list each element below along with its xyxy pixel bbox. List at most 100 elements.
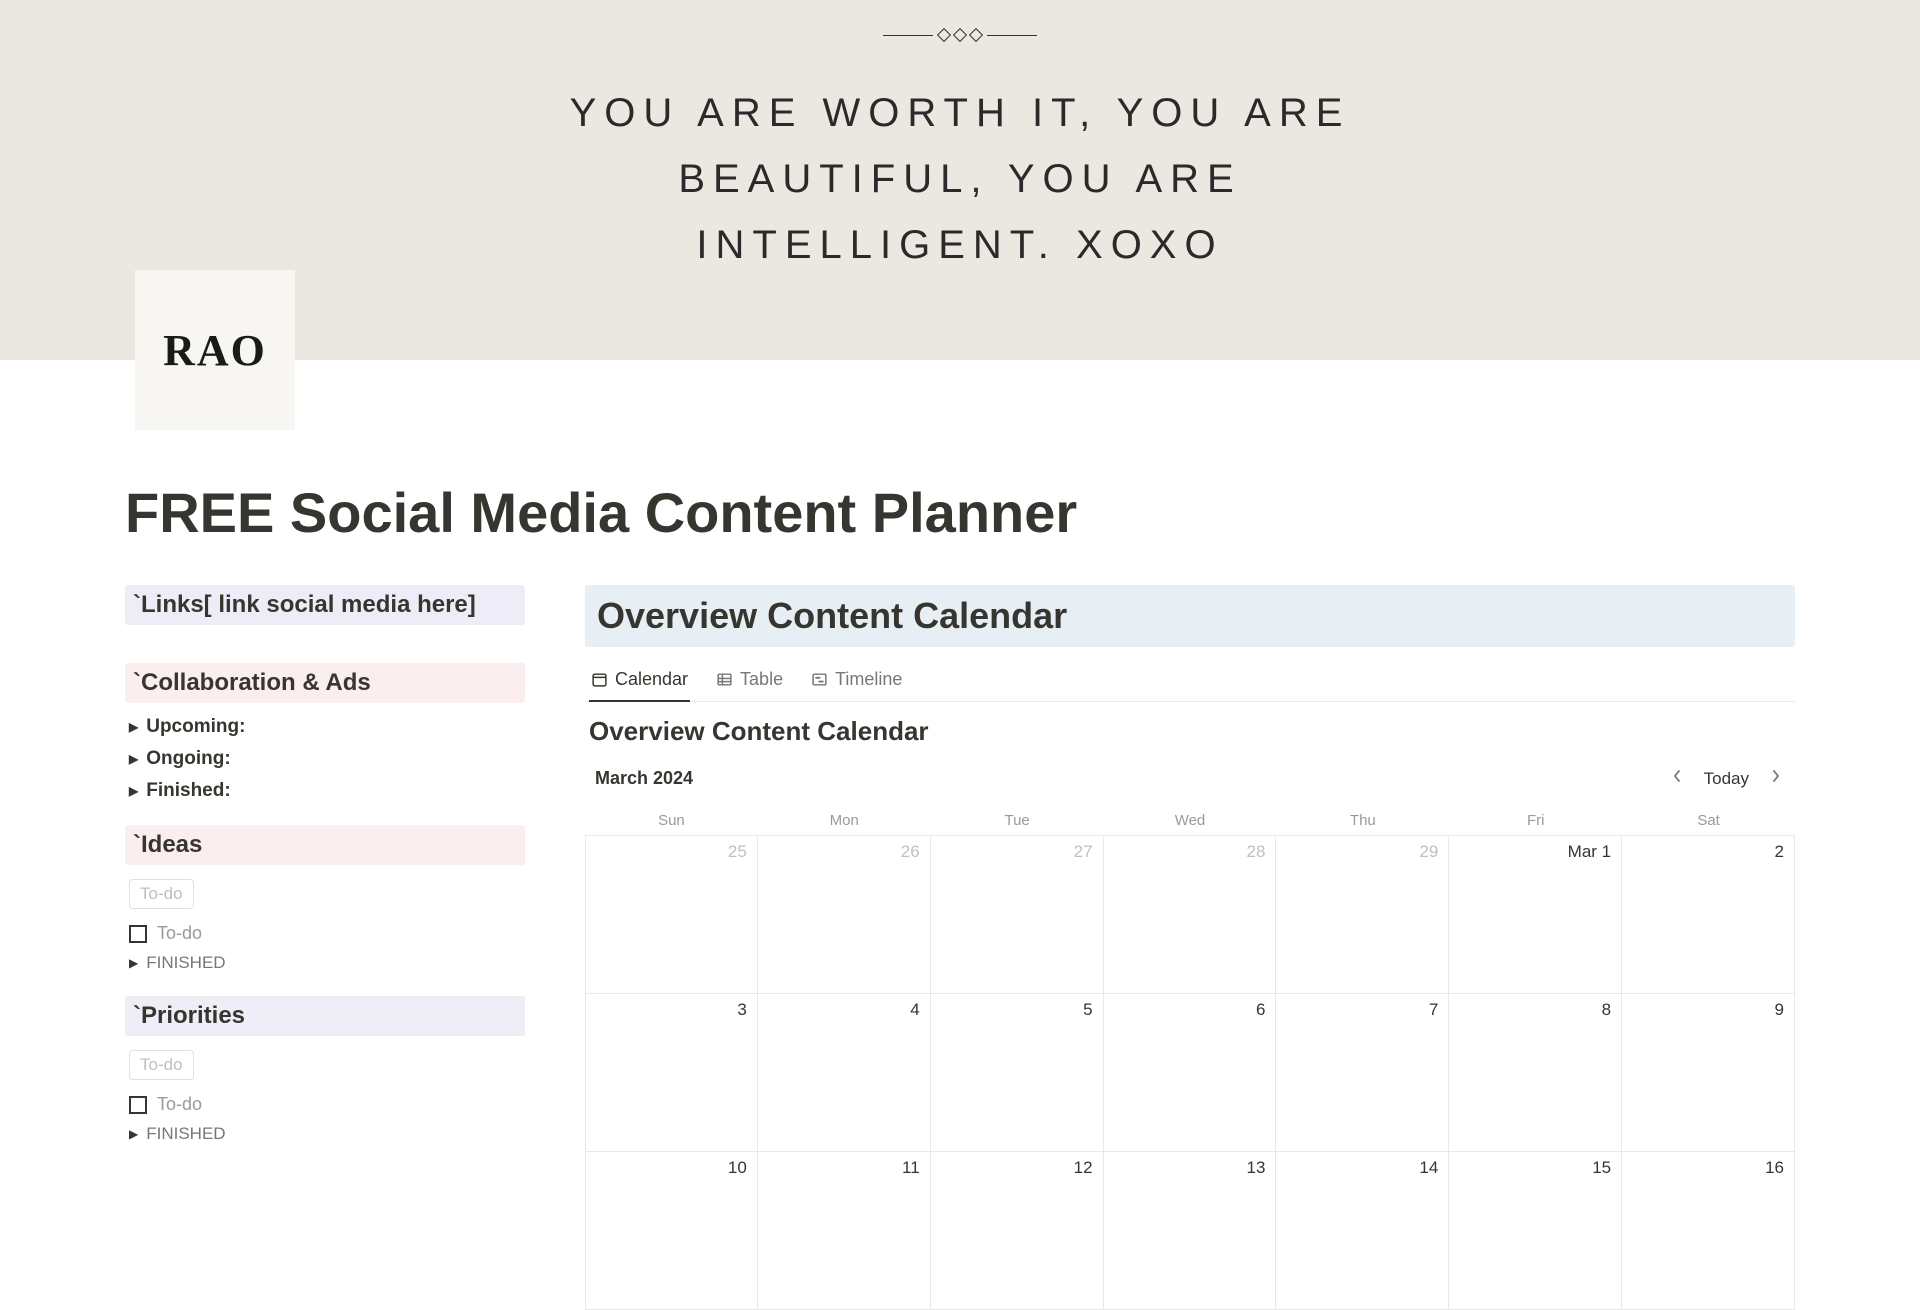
dayname: Wed <box>1104 804 1277 835</box>
toggle-label: Finished: <box>146 780 230 802</box>
tab-label: Timeline <box>835 669 902 690</box>
page-title[interactable]: FREE Social Media Content Planner <box>125 480 1795 545</box>
calendar-date: 9 <box>1775 1000 1784 1020</box>
calendar-cell[interactable]: 5 <box>931 994 1104 1152</box>
calendar-cell[interactable]: 2 <box>1622 836 1795 994</box>
sidebar-column: `Links[ link social media here] `Collabo… <box>125 585 525 1310</box>
database-title[interactable]: Overview Content Calendar <box>589 716 1795 747</box>
table-icon <box>716 671 733 688</box>
checkbox-icon[interactable] <box>129 925 147 943</box>
calendar-date: 29 <box>1419 842 1438 862</box>
calendar-cell[interactable]: Mar 1 <box>1449 836 1622 994</box>
toggle-finished-ideas[interactable]: ▶ FINISHED <box>125 948 525 978</box>
calendar-date: 12 <box>1074 1158 1093 1178</box>
calendar-date: Mar 1 <box>1568 842 1611 862</box>
main-column: Overview Content Calendar Calendar Table… <box>585 585 1795 1310</box>
calendar-date: 8 <box>1602 1000 1611 1020</box>
dayname: Sun <box>585 804 758 835</box>
todo-placeholder[interactable]: To-do <box>129 1050 194 1080</box>
calendar-cell[interactable]: 11 <box>758 1152 931 1310</box>
chevron-right-icon: ▶ <box>129 956 138 970</box>
calendar-date: 14 <box>1419 1158 1438 1178</box>
ideas-heading[interactable]: `Ideas <box>125 825 525 865</box>
calendar-date: 3 <box>737 1000 746 1020</box>
cover-quote: YOU ARE WORTH IT, YOU ARE BEAUTIFUL, YOU… <box>510 80 1410 278</box>
next-month-button[interactable] <box>1763 765 1789 792</box>
toggle-ongoing[interactable]: ▶ Ongoing: <box>125 743 525 775</box>
calendar-cell[interactable]: 27 <box>931 836 1104 994</box>
todo-item[interactable]: To-do <box>125 1090 525 1119</box>
toggle-upcoming[interactable]: ▶ Upcoming: <box>125 711 525 743</box>
chevron-left-icon <box>1672 769 1682 783</box>
toggle-label: Ongoing: <box>146 748 230 770</box>
calendar-cell[interactable]: 10 <box>585 1152 758 1310</box>
calendar-cell[interactable]: 14 <box>1276 1152 1449 1310</box>
view-tabs: Calendar Table Timeline <box>585 661 1795 702</box>
dayname: Mon <box>758 804 931 835</box>
toggle-finished-priorities[interactable]: ▶ FINISHED <box>125 1119 525 1149</box>
calendar-date: 2 <box>1775 842 1784 862</box>
todo-label: To-do <box>157 1094 202 1115</box>
tab-label: Table <box>740 669 783 690</box>
calendar-date: 25 <box>728 842 747 862</box>
calendar-date: 11 <box>902 1158 920 1178</box>
collab-heading[interactable]: `Collaboration & Ads <box>125 663 525 703</box>
calendar-cell[interactable]: 8 <box>1449 994 1622 1152</box>
tab-timeline[interactable]: Timeline <box>809 661 904 702</box>
prev-month-button[interactable] <box>1664 765 1690 792</box>
calendar-date: 6 <box>1256 1000 1265 1020</box>
calendar-daynames: Sun Mon Tue Wed Thu Fri Sat <box>585 804 1795 835</box>
calendar-cell[interactable]: 6 <box>1104 994 1277 1152</box>
calendar-date: 5 <box>1083 1000 1092 1020</box>
tab-table[interactable]: Table <box>714 661 785 702</box>
calendar-grid: 25 26 27 28 29 Mar 1 2 3 4 5 67 8 9 10 11 12 13 14 15 16 <box>585 836 1795 1310</box>
chevron-right-icon: ▶ <box>129 752 138 766</box>
calendar-date: 16 <box>1765 1158 1784 1178</box>
calendar-cell[interactable]: 7 <box>1276 994 1449 1152</box>
calendar-cell[interactable]: 29 <box>1276 836 1449 994</box>
calendar-cell[interactable]: 16 <box>1622 1152 1795 1310</box>
calendar-date: 26 <box>901 842 920 862</box>
dayname: Sat <box>1622 804 1795 835</box>
calendar-cell[interactable]: 25 <box>585 836 758 994</box>
chevron-right-icon: ▶ <box>129 720 138 734</box>
calendar-nav: Today <box>1664 765 1789 792</box>
overview-heading[interactable]: Overview Content Calendar <box>585 585 1795 647</box>
calendar-cell[interactable]: 28 <box>1104 836 1277 994</box>
calendar-date: 4 <box>910 1000 919 1020</box>
calendar-cell[interactable]: 3 <box>585 994 758 1152</box>
calendar-date: 13 <box>1247 1158 1266 1178</box>
calendar-month-label[interactable]: March 2024 <box>595 768 693 789</box>
dayname: Fri <box>1449 804 1622 835</box>
toggle-label: FINISHED <box>146 953 225 973</box>
todo-label: To-do <box>157 923 202 944</box>
cover-banner: YOU ARE WORTH IT, YOU ARE BEAUTIFUL, YOU… <box>0 0 1920 360</box>
tab-calendar[interactable]: Calendar <box>589 661 690 702</box>
tab-label: Calendar <box>615 669 688 690</box>
calendar-cell[interactable]: 9 <box>1622 994 1795 1152</box>
calendar-date: 28 <box>1247 842 1266 862</box>
calendar-cell[interactable]: 13 <box>1104 1152 1277 1310</box>
checkbox-icon[interactable] <box>129 1096 147 1114</box>
links-heading[interactable]: `Links[ link social media here] <box>125 585 525 625</box>
calendar-cell[interactable]: 26 <box>758 836 931 994</box>
page-icon[interactable]: RAO <box>135 270 295 430</box>
chevron-right-icon: ▶ <box>129 784 138 798</box>
dayname: Tue <box>931 804 1104 835</box>
calendar-cell[interactable]: 12 <box>931 1152 1104 1310</box>
toggle-label: Upcoming: <box>146 716 245 738</box>
toggle-finished[interactable]: ▶ Finished: <box>125 775 525 807</box>
dayname: Thu <box>1276 804 1449 835</box>
calendar-date: 15 <box>1592 1158 1611 1178</box>
today-button[interactable]: Today <box>1704 769 1749 789</box>
divider-ornament <box>883 30 1037 40</box>
todo-placeholder[interactable]: To-do <box>129 879 194 909</box>
toggle-label: FINISHED <box>146 1124 225 1144</box>
todo-item[interactable]: To-do <box>125 919 525 948</box>
calendar-cell[interactable]: 4 <box>758 994 931 1152</box>
priorities-heading[interactable]: `Priorities <box>125 996 525 1036</box>
calendar-date: 27 <box>1074 842 1093 862</box>
calendar-date: 10 <box>728 1158 747 1178</box>
calendar-cell[interactable]: 15 <box>1449 1152 1622 1310</box>
calendar-icon <box>591 671 608 688</box>
